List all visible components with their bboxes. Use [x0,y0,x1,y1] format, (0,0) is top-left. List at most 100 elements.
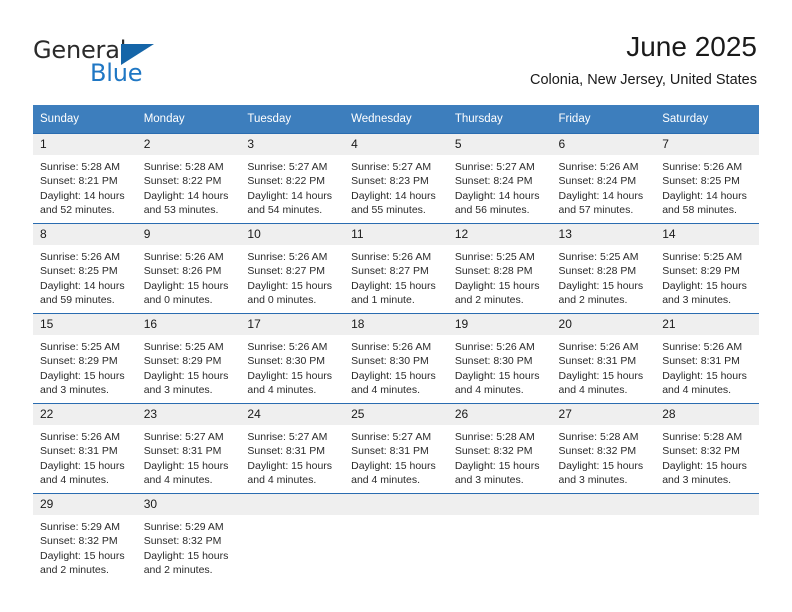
day-details: Sunrise: 5:26 AM Sunset: 8:25 PM Daylight:… [33,245,137,307]
calendar-day-cell[interactable]: 17 Sunrise: 5:26 AM Sunset: 8:30 PM Dayligh… [240,313,345,404]
calendar-day-cell[interactable]: 29 Sunrise: 5:29 AM Sunset: 8:32 PM Dayligh… [33,493,137,583]
sunset-text: Sunset: 8:30 PM [454,355,533,368]
location-subtitle: Colonia, New Jersey, United States [529,72,757,88]
calendar-day-cell[interactable]: 9 Sunrise: 5:26 AM Sunset: 8:26 PM Daylight… [136,223,241,314]
day-details: Sunrise: 5:25 AM Sunset: 8:29 PM Daylight:… [33,335,137,397]
day-details: Sunrise: 5:26 AM Sunset: 8:26 PM Daylight:… [137,245,241,307]
day-number: 1 [33,134,137,155]
day-number: 25 [344,404,448,425]
sunset-text: Sunset: 8:25 PM [40,265,118,278]
calendar-day-cell[interactable]: 23 Sunrise: 5:27 AM Sunset: 8:31 PM Dayligh… [136,403,241,494]
calendar-day-cell[interactable]: 13 Sunrise: 5:25 AM Sunset: 8:28 PM Dayligh… [551,223,656,314]
sunset-text: Sunset: 8:21 PM [40,175,118,188]
calendar-day-cell[interactable]: 16 Sunrise: 5:25 AM Sunset: 8:29 PM Dayligh… [136,313,241,404]
sunrise-text: Sunrise: 5:26 AM [40,251,120,263]
sunset-text: Sunset: 8:32 PM [143,535,222,548]
calendar-day-cell-empty [240,493,345,583]
calendar-day-cell[interactable]: 1 Sunrise: 5:28 AM Sunset: 8:21 PM Daylight… [33,133,137,224]
sunrise-text: Sunrise: 5:26 AM [662,161,743,173]
general-blue-logo[interactable]: General Blue [33,36,223,88]
day-details: Sunrise: 5:25 AM Sunset: 8:29 PM Daylight:… [655,245,759,307]
day-number: 20 [551,314,656,335]
sunrise-text: Sunrise: 5:27 AM [143,431,224,443]
calendar-week-row: 15 Sunrise: 5:25 AM Sunset: 8:29 PM Dayligh… [33,313,759,404]
sunrise-text: Sunrise: 5:26 AM [247,251,328,263]
sunrise-text: Sunrise: 5:28 AM [558,431,639,443]
sunrise-text: Sunrise: 5:26 AM [454,341,535,353]
calendar-day-cell[interactable]: 8 Sunrise: 5:26 AM Sunset: 8:25 PM Daylight… [33,223,137,314]
day-number: 18 [344,314,448,335]
calendar-day-cell[interactable]: 10 Sunrise: 5:26 AM Sunset: 8:27 PM Dayligh… [240,223,345,314]
day-number [655,494,759,515]
calendar-day-cell[interactable]: 28 Sunrise: 5:28 AM Sunset: 8:32 PM Dayligh… [655,403,759,494]
calendar-day-cell[interactable]: 2 Sunrise: 5:28 AM Sunset: 8:22 PM Daylight… [136,133,241,224]
day-number: 21 [655,314,759,335]
daylight-text: Daylight: 15 hours and 4 minutes. [351,369,436,396]
calendar-day-cell[interactable]: 24 Sunrise: 5:27 AM Sunset: 8:31 PM Dayligh… [240,403,345,494]
calendar-day-cell[interactable]: 22 Sunrise: 5:26 AM Sunset: 8:31 PM Dayligh… [33,403,137,494]
daylight-text: Daylight: 15 hours and 4 minutes. [351,459,436,486]
day-number: 4 [344,134,448,155]
logo-text-blue: Blue [90,59,143,87]
day-details: Sunrise: 5:27 AM Sunset: 8:22 PM Daylight:… [240,155,344,217]
sunset-text: Sunset: 8:28 PM [558,265,637,278]
calendar-day-cell[interactable]: 14 Sunrise: 5:25 AM Sunset: 8:29 PM Dayligh… [655,223,759,314]
sunset-text: Sunset: 8:30 PM [247,355,326,368]
day-number: 19 [447,314,552,335]
sunrise-text: Sunrise: 5:26 AM [40,431,120,443]
sunrise-text: Sunrise: 5:28 AM [143,161,224,173]
calendar-day-cell[interactable]: 15 Sunrise: 5:25 AM Sunset: 8:29 PM Dayligh… [33,313,137,404]
day-number: 7 [655,134,759,155]
daylight-text: Daylight: 14 hours and 59 minutes. [40,279,125,306]
calendar-day-cell[interactable]: 6 Sunrise: 5:26 AM Sunset: 8:24 PM Daylight… [551,133,656,224]
daylight-text: Daylight: 15 hours and 3 minutes. [40,369,125,396]
day-details: Sunrise: 5:26 AM Sunset: 8:31 PM Daylight:… [655,335,759,397]
calendar-day-cell-empty [344,493,448,583]
calendar-day-cell[interactable]: 3 Sunrise: 5:27 AM Sunset: 8:22 PM Daylight… [240,133,345,224]
sunrise-text: Sunrise: 5:27 AM [351,431,432,443]
calendar-day-cell[interactable]: 7 Sunrise: 5:26 AM Sunset: 8:25 PM Daylight… [655,133,759,224]
sunset-text: Sunset: 8:30 PM [351,355,429,368]
daylight-text: Daylight: 15 hours and 2 minutes. [454,279,540,306]
calendar-day-cell[interactable]: 25 Sunrise: 5:27 AM Sunset: 8:31 PM Dayligh… [344,403,448,494]
sunset-text: Sunset: 8:29 PM [662,265,740,278]
day-number: 6 [551,134,656,155]
sunrise-text: Sunrise: 5:26 AM [351,251,432,263]
day-details: Sunrise: 5:27 AM Sunset: 8:24 PM Daylight:… [448,155,552,217]
day-details: Sunrise: 5:28 AM Sunset: 8:21 PM Daylight:… [33,155,137,217]
day-number: 17 [240,314,345,335]
day-number: 22 [33,404,137,425]
day-details: Sunrise: 5:26 AM Sunset: 8:31 PM Daylight:… [552,335,656,397]
calendar-page: General Blue June 2025 Colonia, New Jers… [0,0,792,612]
calendar-day-cell[interactable]: 19 Sunrise: 5:26 AM Sunset: 8:30 PM Dayligh… [447,313,552,404]
day-number: 24 [240,404,345,425]
sunrise-text: Sunrise: 5:27 AM [454,161,535,173]
weekday-header-friday: Friday [551,105,656,134]
calendar-day-cell[interactable]: 11 Sunrise: 5:26 AM Sunset: 8:27 PM Dayligh… [344,223,448,314]
daylight-text: Daylight: 15 hours and 0 minutes. [247,279,333,306]
sunset-text: Sunset: 8:32 PM [454,445,533,458]
daylight-text: Daylight: 15 hours and 4 minutes. [558,369,644,396]
daylight-text: Daylight: 15 hours and 4 minutes. [662,369,747,396]
calendar-day-cell[interactable]: 20 Sunrise: 5:26 AM Sunset: 8:31 PM Dayligh… [551,313,656,404]
day-number [344,494,448,515]
daylight-text: Daylight: 15 hours and 2 minutes. [40,549,125,576]
sunrise-text: Sunrise: 5:27 AM [247,431,328,443]
calendar-week-row: 1 Sunrise: 5:28 AM Sunset: 8:21 PM Daylight… [33,133,759,224]
day-details: Sunrise: 5:28 AM Sunset: 8:22 PM Daylight:… [137,155,241,217]
calendar-day-cell[interactable]: 21 Sunrise: 5:26 AM Sunset: 8:31 PM Dayligh… [655,313,759,404]
daylight-text: Daylight: 14 hours and 56 minutes. [454,189,540,216]
calendar-day-cell[interactable]: 27 Sunrise: 5:28 AM Sunset: 8:32 PM Dayligh… [551,403,656,494]
daylight-text: Daylight: 14 hours and 53 minutes. [143,189,229,216]
day-details: Sunrise: 5:26 AM Sunset: 8:25 PM Daylight:… [655,155,759,217]
calendar-day-cell[interactable]: 5 Sunrise: 5:27 AM Sunset: 8:24 PM Daylight… [447,133,552,224]
calendar-day-cell[interactable]: 18 Sunrise: 5:26 AM Sunset: 8:30 PM Dayligh… [344,313,448,404]
calendar-day-cell[interactable]: 12 Sunrise: 5:25 AM Sunset: 8:28 PM Dayligh… [447,223,552,314]
calendar-day-cell[interactable]: 30 Sunrise: 5:29 AM Sunset: 8:32 PM Dayligh… [136,493,241,583]
daylight-text: Daylight: 15 hours and 3 minutes. [662,279,747,306]
day-number: 10 [240,224,345,245]
calendar-day-cell[interactable]: 4 Sunrise: 5:27 AM Sunset: 8:23 PM Daylight… [344,133,448,224]
sunset-text: Sunset: 8:22 PM [247,175,326,188]
calendar-day-cell[interactable]: 26 Sunrise: 5:28 AM Sunset: 8:32 PM Dayligh… [447,403,552,494]
sunrise-text: Sunrise: 5:28 AM [40,161,120,173]
